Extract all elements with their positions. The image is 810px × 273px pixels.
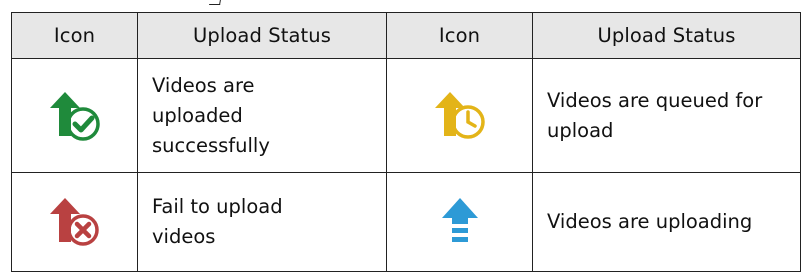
status-text-cell: Fail to upload videos — [137, 172, 387, 272]
uploading-icon — [441, 198, 478, 242]
cropped-text-fragment — [0, 0, 810, 12]
status-text-cell: Videos are uploading — [532, 172, 801, 272]
status-text-line: videos — [152, 225, 216, 248]
icon-cell — [11, 172, 138, 272]
upload-queued-icon — [434, 91, 485, 139]
status-text-line: Videos are uploading — [547, 210, 753, 233]
status-text-cell: Videos are queued for upload — [532, 58, 801, 173]
upload-failed-icon — [49, 198, 99, 246]
table-row: Videos are uploaded successfully Videos … — [11, 58, 801, 173]
icon-cell — [386, 172, 533, 272]
header-icon-1: Icon — [11, 12, 138, 59]
cropped-glyph — [209, 0, 222, 5]
status-text-line: uploaded — [152, 103, 243, 127]
icon-cell — [386, 58, 533, 173]
icon-cell — [11, 58, 138, 173]
status-text-cell: Videos are uploaded successfully — [137, 58, 387, 173]
table-header-row: Icon Upload Status Icon Upload Status — [11, 12, 801, 59]
table-row: Fail to upload videos Videos are uploadi… — [11, 172, 801, 272]
header-icon-2: Icon — [386, 12, 533, 59]
status-text-line: upload — [547, 118, 614, 142]
status-text-line: Fail to upload — [152, 195, 283, 218]
header-upload-status-1: Upload Status — [137, 12, 387, 59]
header-upload-status-2: Upload Status — [532, 12, 801, 59]
upload-status-table: Icon Upload Status Icon Upload Status Vi… — [11, 12, 801, 272]
upload-success-icon — [49, 91, 100, 141]
status-text-line: Videos are queued for — [547, 88, 763, 112]
status-text-line: successfully — [152, 133, 270, 157]
status-text-line: Videos are — [152, 73, 255, 97]
